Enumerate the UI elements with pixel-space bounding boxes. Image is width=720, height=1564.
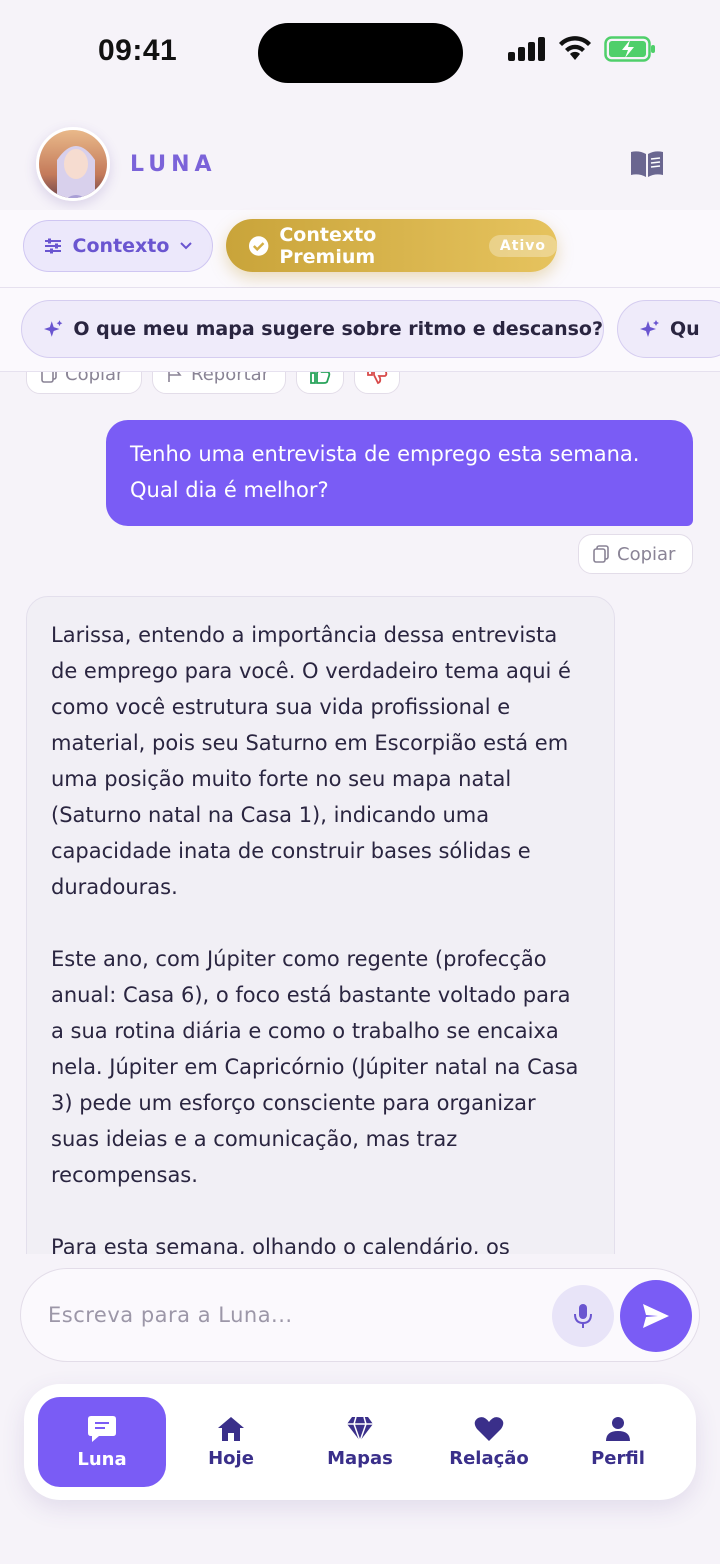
- contexto-button[interactable]: Contexto: [23, 220, 213, 272]
- copy-button[interactable]: Copiar: [26, 372, 142, 394]
- wifi-icon: [559, 36, 591, 60]
- sparkle-icon: [640, 320, 659, 337]
- report-button[interactable]: Reportar: [152, 372, 286, 394]
- signal-icon: [508, 37, 545, 61]
- report-label: Reportar: [191, 372, 270, 385]
- send-button[interactable]: [620, 1280, 692, 1352]
- copy-label: Copiar: [617, 543, 676, 565]
- sliders-icon: [44, 238, 61, 254]
- user-message: Tenho uma entrevista de emprego esta sem…: [106, 420, 693, 526]
- suggestion-label: O que meu mapa sugere sobre ritmo e desc…: [73, 318, 603, 340]
- chat-area[interactable]: Copiar Reportar Tenho uma entrevista de …: [0, 372, 720, 1254]
- send-icon: [643, 1304, 669, 1328]
- suggestion-label: Qu: [670, 318, 700, 340]
- chat-icon: [88, 1415, 116, 1442]
- nav-label: Luna: [77, 1448, 127, 1470]
- nav-label: Relação: [449, 1447, 529, 1469]
- nav-item-hoje[interactable]: Hoje: [167, 1397, 295, 1487]
- chevron-down-icon: [180, 242, 193, 250]
- book-icon[interactable]: [628, 148, 666, 180]
- contexto-label: Contexto: [72, 235, 170, 257]
- avatar[interactable]: [36, 127, 110, 201]
- user-icon: [606, 1416, 630, 1441]
- nav-label: Mapas: [327, 1447, 393, 1469]
- diamond-icon: [347, 1416, 373, 1442]
- assistant-paragraph: Este ano, com Júpiter como regente (prof…: [51, 947, 579, 1187]
- nav-item-luna[interactable]: Luna: [38, 1397, 166, 1487]
- thumbs-up-icon: [310, 372, 331, 384]
- assistant-message: Larissa, entendo a importância dessa ent…: [26, 596, 615, 1254]
- premium-label: Contexto Premium: [279, 223, 377, 268]
- flag-icon: [168, 372, 182, 382]
- mic-button[interactable]: [552, 1285, 614, 1347]
- suggestions-row: O que meu mapa sugere sobre ritmo e desc…: [0, 288, 720, 372]
- home-icon: [218, 1416, 244, 1441]
- battery-icon: [604, 36, 655, 62]
- copy-icon: [593, 545, 609, 563]
- premium-context-button[interactable]: Contexto Premium Ativo: [226, 219, 557, 272]
- brand-title: LUNA: [130, 152, 217, 177]
- status-badge: Ativo: [488, 234, 557, 257]
- check-circle-icon: [248, 235, 269, 256]
- suggestion-chip[interactable]: O que meu mapa sugere sobre ritmo e desc…: [21, 300, 604, 358]
- nav-label: Perfil: [591, 1447, 645, 1469]
- suggestion-chip[interactable]: Qu: [617, 300, 720, 358]
- assistant-paragraph: Larissa, entendo a importância dessa ent…: [51, 623, 571, 899]
- nav-item-perfil[interactable]: Perfil: [554, 1397, 682, 1487]
- thumbs-down-button[interactable]: [354, 372, 400, 394]
- status-time: 09:41: [98, 34, 178, 67]
- thumbs-down-icon: [367, 372, 388, 385]
- dynamic-island: [258, 23, 463, 83]
- nav-label: Hoje: [208, 1447, 254, 1469]
- nav-item-mapas[interactable]: Mapas: [296, 1397, 424, 1487]
- copy-label: Copiar: [65, 372, 124, 385]
- status-icons: [508, 36, 656, 62]
- heart-icon: [474, 1416, 504, 1441]
- copy-button[interactable]: Copiar: [578, 534, 693, 574]
- mic-icon: [574, 1304, 592, 1328]
- copy-icon: [41, 372, 57, 383]
- bottom-nav: Luna Hoje Mapas Relação Perfil: [24, 1384, 696, 1500]
- assistant-paragraph: Para esta semana, olhando o calendário, …: [51, 1235, 510, 1254]
- thumbs-up-button[interactable]: [296, 372, 344, 394]
- sparkle-icon: [44, 320, 63, 337]
- nav-item-relacao[interactable]: Relação: [425, 1397, 553, 1487]
- message-input[interactable]: [48, 1294, 528, 1336]
